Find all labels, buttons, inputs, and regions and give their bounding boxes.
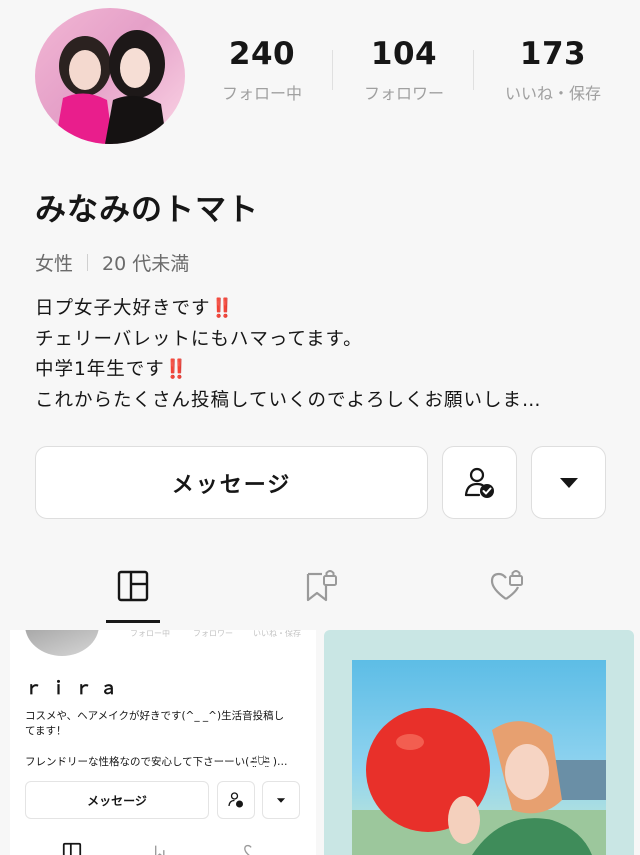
bio-line: 日プ女子大好きです‼️ <box>35 294 541 325</box>
bio-text: 日プ女子大好きです <box>35 298 211 319</box>
stat-following[interactable]: 240 フォロー中 <box>197 36 327 104</box>
profile-bio: 日プ女子大好きです‼️ チェリーバレットにもハマってます。 中学1年生です‼️ … <box>35 294 541 416</box>
stat-likes[interactable]: 173 いいね・保存 <box>488 36 618 104</box>
following-label: フォロー中 <box>221 84 302 103</box>
bio-line: 中学1年生です‼️ <box>35 355 541 386</box>
profile-name: ｒｉｒａ <box>25 679 125 699</box>
message-button[interactable]: メッセージ <box>35 446 428 519</box>
bookmark-lock-icon <box>306 570 337 602</box>
likes-label: いいね・保存 <box>504 84 601 103</box>
double-exclamation-icon: ‼️ <box>210 298 235 319</box>
likes-count: 173 <box>519 36 587 72</box>
following-status-button[interactable] <box>442 446 517 519</box>
meta-divider <box>87 254 89 271</box>
stat-followers[interactable]: 104 フォロワー <box>339 36 469 104</box>
user-check-icon <box>228 792 243 808</box>
gender-label: 女性 <box>35 253 74 275</box>
following-count: 240 <box>228 36 296 72</box>
photo-illustration <box>352 708 606 855</box>
tab-posts[interactable] <box>113 566 153 606</box>
bio-line: コスメや、ヘアメイクが好きです(^_ _^)生活音投稿し <box>25 710 285 722</box>
bio-line: フレンドリーな性格なので安心して下さーーい( ᵔ̴̶̤᷄ꇴᵔ̴̶̤᷅ )… <box>25 756 288 768</box>
post-thumbnail[interactable]: フォロー中 フォロワー いいね・保存 ｒｉｒａ コスメや、ヘアメイクが好きです(… <box>10 630 316 855</box>
active-tab-indicator <box>106 620 160 623</box>
grid-icon <box>62 842 82 855</box>
following-status-button <box>217 781 255 819</box>
stat-divider <box>332 50 333 90</box>
stat-label: フォロワー <box>193 630 233 638</box>
double-exclamation-icon: ‼️ <box>164 359 189 380</box>
tab-saved[interactable] <box>302 566 342 606</box>
bio-line: てます！ <box>25 724 67 737</box>
profile-name: みなみのトマト <box>35 192 259 228</box>
more-options-button[interactable] <box>531 446 606 519</box>
message-button: メッセージ <box>25 781 209 819</box>
profile-bio: コスメや、ヘアメイクが好きです(^_ _^)生活音投稿し てます！ <box>25 709 284 738</box>
stat-label: いいね・保存 <box>253 630 301 638</box>
stat-divider <box>473 50 474 90</box>
stat-label: フォロー中 <box>130 630 170 638</box>
profile-avatar[interactable] <box>35 8 185 144</box>
heart-lock-icon <box>244 844 252 855</box>
bookmark-lock-icon <box>155 845 165 855</box>
heart-lock-icon <box>490 570 523 600</box>
followers-count: 104 <box>370 36 438 72</box>
age-label: 20 代未満 <box>102 253 190 275</box>
followers-label: フォロワー <box>363 84 444 103</box>
avatar-photo <box>55 30 167 144</box>
grid-icon <box>117 570 149 602</box>
bio-text: 中学1年生です <box>35 359 165 380</box>
bio-line: チェリーバレットにもハマってます。 <box>35 328 363 350</box>
user-check-icon <box>464 467 494 498</box>
profile-meta: 女性 20 代未満 <box>35 249 189 276</box>
post-photo <box>352 660 606 855</box>
tab-liked[interactable] <box>488 566 528 606</box>
dropdown-arrow-icon <box>559 477 578 488</box>
dropdown-arrow-icon <box>276 797 286 803</box>
post-thumbnail[interactable] <box>324 630 634 855</box>
avatar <box>25 630 99 656</box>
more-options-button <box>262 781 300 819</box>
bio-line[interactable]: これからたくさん投稿していくのでよろしくお願いしま… <box>35 386 541 417</box>
